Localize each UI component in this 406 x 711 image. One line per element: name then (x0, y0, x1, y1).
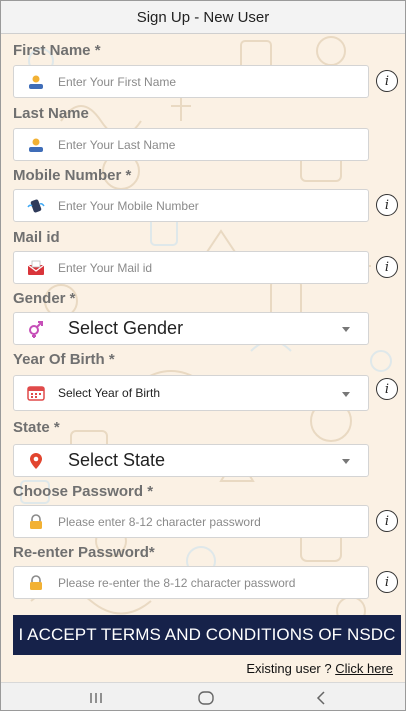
reenter-password-label: Re-enter Password* (13, 544, 155, 561)
click-here-link[interactable]: Click here (335, 661, 393, 676)
mail-id-label: Mail id (13, 229, 60, 246)
year-of-birth-label: Year Of Birth * (13, 351, 115, 368)
app-header: Sign Up - New User (1, 1, 405, 34)
mobile-number-input[interactable]: Enter Your Mobile Number (58, 199, 199, 213)
mail-icon (14, 260, 58, 276)
lock-icon (14, 513, 58, 530)
first-name-label: First Name * (13, 42, 101, 59)
last-name-input[interactable]: Enter Your Last Name (58, 138, 175, 152)
mail-id-field[interactable]: Enter Your Mail id (13, 251, 369, 284)
year-of-birth-value: Select Year of Birth (58, 386, 161, 400)
chevron-down-icon (342, 327, 350, 332)
person-icon (14, 138, 58, 152)
mail-id-input[interactable]: Enter Your Mail id (58, 261, 152, 275)
reenter-password-input[interactable]: Please re-enter the 8-12 character passw… (58, 576, 295, 590)
phone-icon (14, 199, 58, 213)
existing-user-prompt: Existing user ? Click here (246, 661, 393, 676)
home-icon[interactable] (176, 683, 236, 710)
first-name-field[interactable]: Enter Your First Name (13, 65, 369, 98)
existing-user-text: Existing user ? (246, 661, 336, 676)
state-select[interactable]: Select State (13, 444, 369, 477)
mobile-number-label: Mobile Number * (13, 167, 132, 184)
info-icon[interactable]: i (376, 194, 398, 216)
choose-password-label: Choose Password * (13, 483, 154, 500)
state-label: State * (13, 419, 60, 436)
chevron-down-icon (342, 392, 350, 397)
app-screen: Sign Up - New User First Name * Enter Yo… (0, 0, 406, 711)
accept-terms-button[interactable]: I ACCEPT TERMS AND CONDITIONS OF NSDC (13, 615, 401, 655)
recents-icon[interactable] (66, 683, 126, 710)
gender-value: Select Gender (68, 318, 184, 338)
calendar-icon (14, 385, 58, 401)
page-title: Sign Up - New User (136, 8, 270, 26)
chevron-down-icon (342, 459, 350, 464)
info-icon[interactable]: i (376, 571, 398, 593)
choose-password-input[interactable]: Please enter 8-12 character password (58, 515, 261, 529)
info-icon[interactable]: i (376, 510, 398, 532)
info-icon[interactable]: i (376, 256, 398, 278)
lock-icon (14, 574, 58, 591)
info-icon[interactable]: i (376, 378, 398, 400)
reenter-password-field[interactable]: Please re-enter the 8-12 character passw… (13, 566, 369, 599)
last-name-field[interactable]: Enter Your Last Name (13, 128, 369, 161)
gender-label: Gender * (13, 290, 76, 307)
last-name-label: Last Name (13, 105, 89, 122)
gender-select[interactable]: Select Gender (13, 312, 369, 345)
location-pin-icon (14, 452, 58, 470)
year-of-birth-select[interactable]: Select Year of Birth (13, 375, 369, 411)
state-value: Select State (68, 450, 166, 470)
person-icon (14, 75, 58, 89)
back-icon[interactable] (291, 683, 351, 710)
info-icon[interactable]: i (376, 70, 398, 92)
gender-symbol-icon (14, 320, 58, 338)
mobile-number-field[interactable]: Enter Your Mobile Number (13, 189, 369, 222)
choose-password-field[interactable]: Please enter 8-12 character password (13, 505, 369, 538)
system-navigation-bar (1, 682, 405, 710)
first-name-input[interactable]: Enter Your First Name (58, 75, 176, 89)
